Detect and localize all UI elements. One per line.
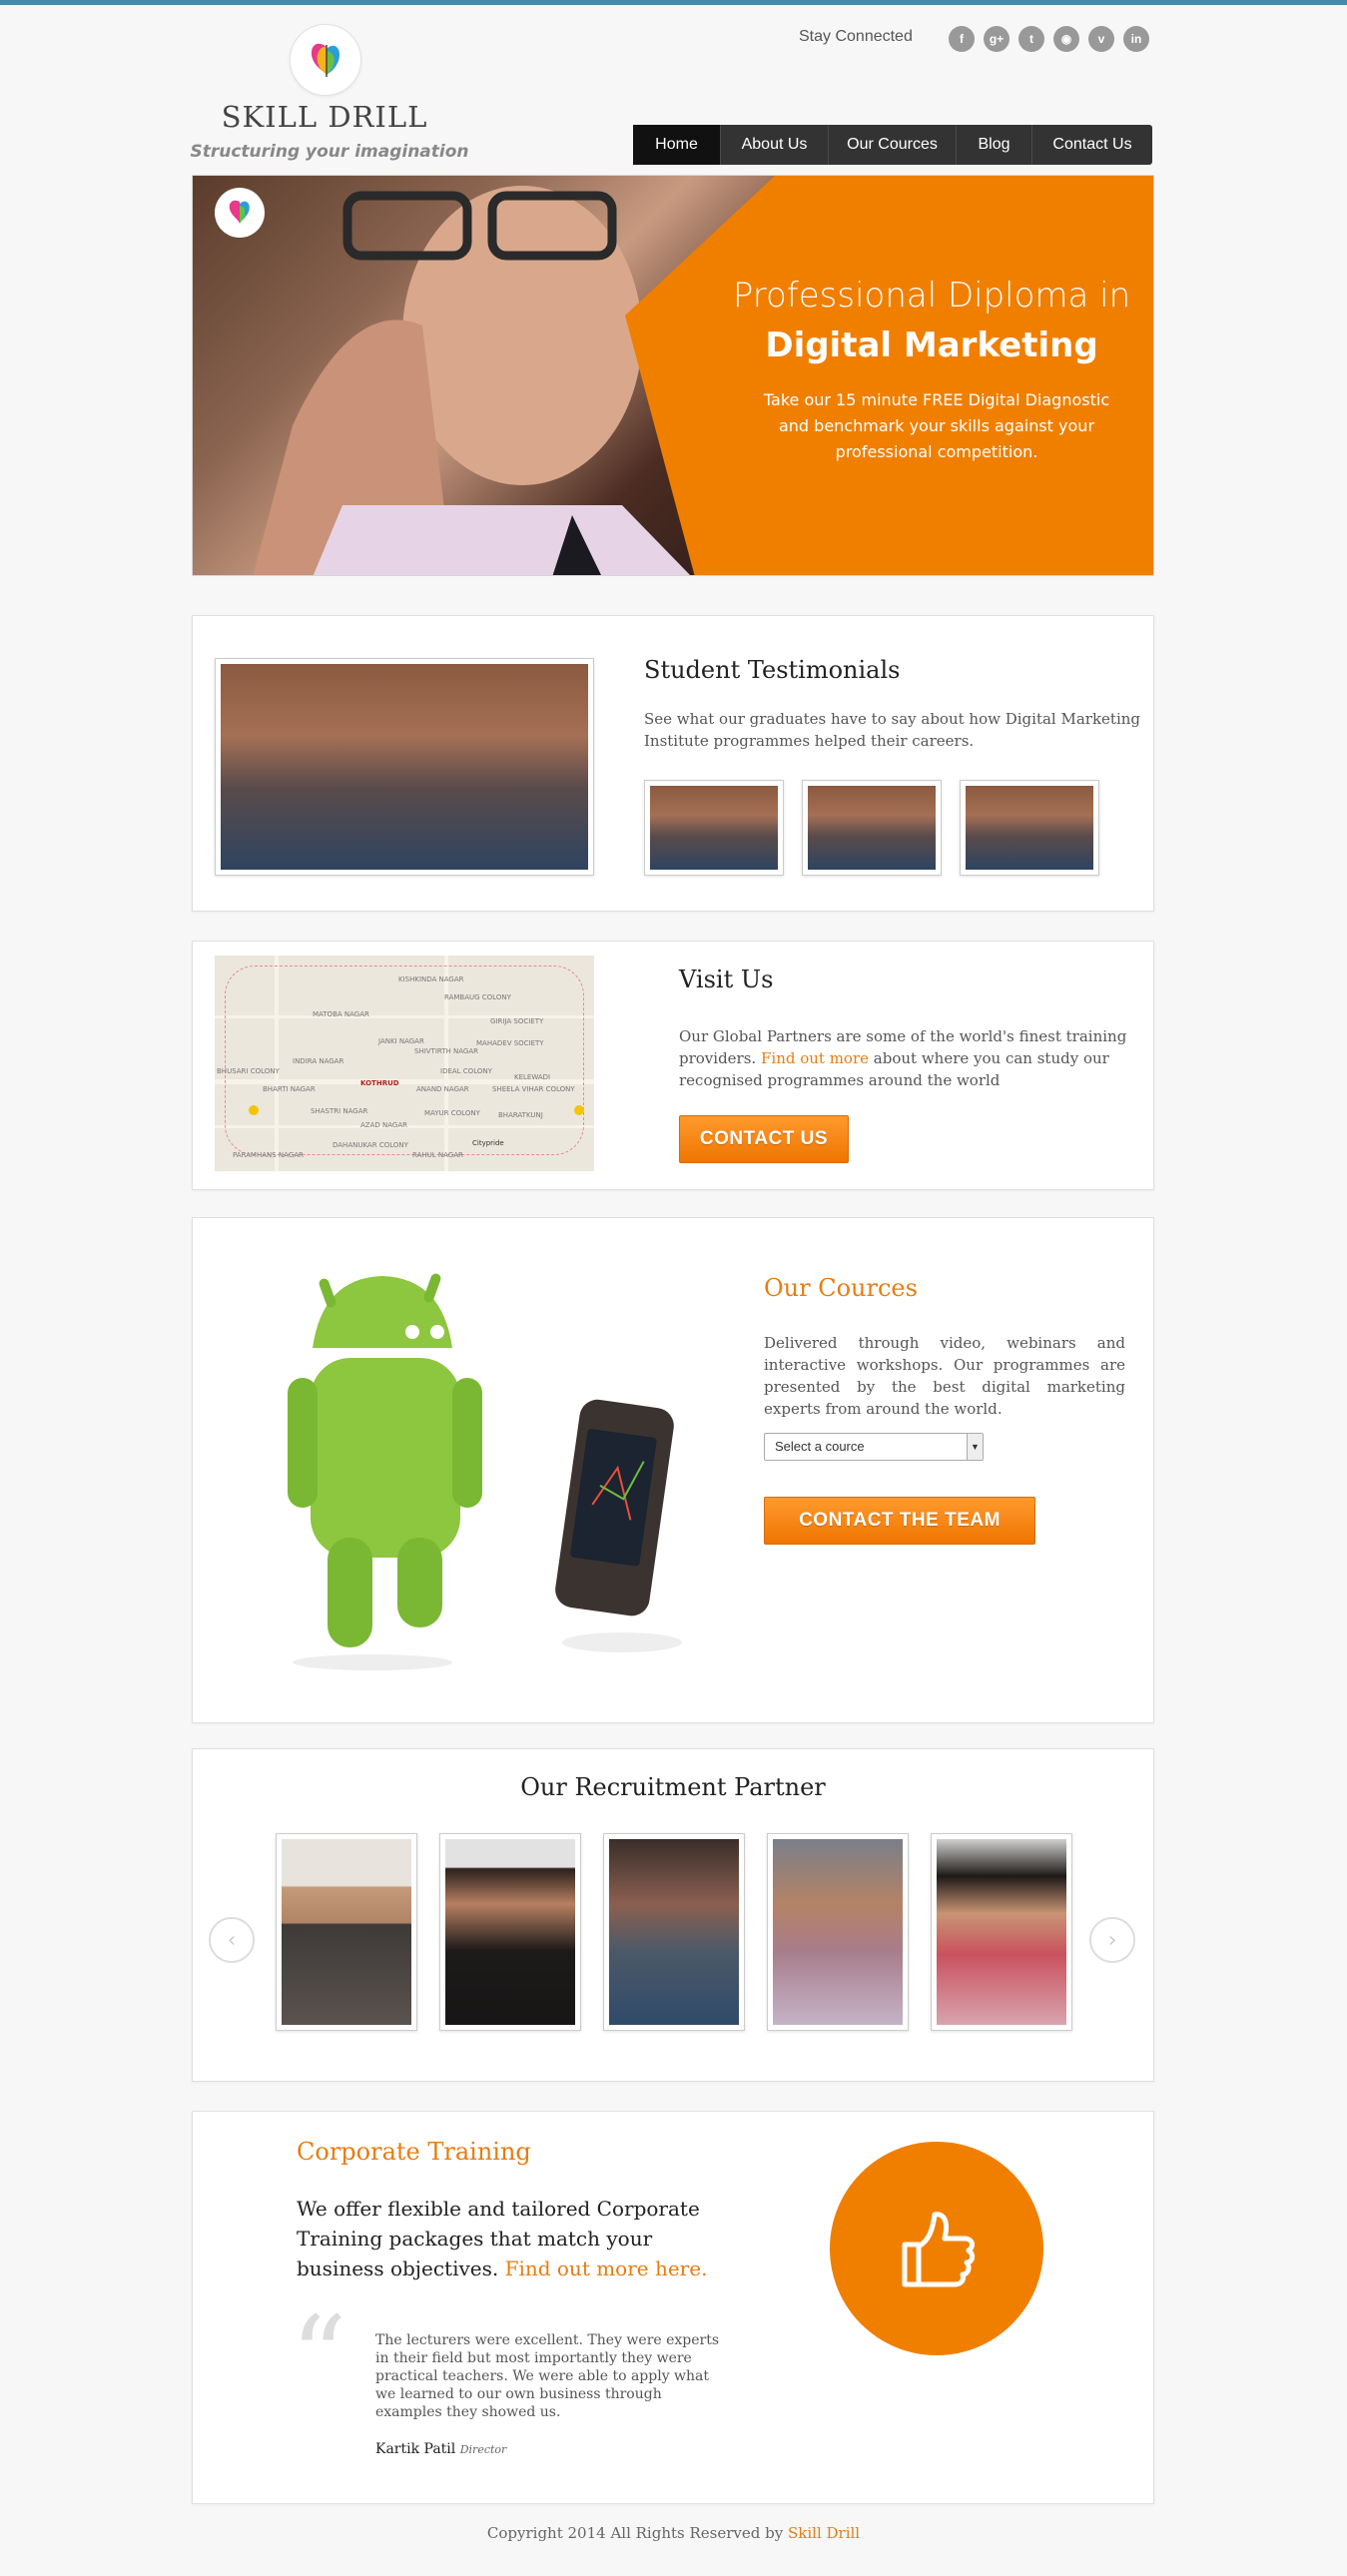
chevron-right-icon: › [1107, 1927, 1117, 1953]
nav-home[interactable]: Home [633, 125, 721, 165]
location-map[interactable]: KISHKINDA NAGAR RAMBAUG COLONY MATOBA NA… [215, 956, 594, 1171]
corporate-lead: We offer flexible and tailored Corporate… [297, 2194, 736, 2283]
vimeo-icon[interactable]: v [1088, 26, 1114, 52]
testimonial-thumb[interactable] [644, 780, 784, 876]
partners-panel: Our Recruitment Partner ‹ › [192, 1748, 1154, 2082]
courses-illustration [253, 1258, 732, 1677]
map-label: SHASTRI NAGAR [311, 1107, 368, 1115]
testimonial-main-photo[interactable] [215, 658, 594, 876]
testimonial-thumb[interactable] [802, 780, 942, 876]
map-label: GIRIJA SOCIETY [490, 1017, 544, 1025]
testimonial-thumb[interactable] [960, 780, 1099, 876]
testimonials-panel: Student Testimonials See what our gradua… [192, 615, 1154, 912]
nav-our-cources[interactable]: Our Cources [829, 125, 957, 165]
nav-blog[interactable]: Blog [957, 125, 1032, 165]
quote-author: Kartik Patil [375, 2441, 456, 2457]
courses-text: Delivered through video, webinars and in… [764, 1334, 1125, 1418]
find-out-more-link[interactable]: Find out more [761, 1049, 869, 1067]
map-label: AZAD NAGAR [360, 1121, 407, 1129]
map-label: MAYUR COLONY [424, 1109, 480, 1117]
course-select[interactable]: Select a cource ▼ [764, 1433, 984, 1461]
map-label: MATOBA NAGAR [313, 1010, 369, 1018]
map-label: KOTHRUD [360, 1079, 399, 1087]
map-label: ANAND NAGAR [416, 1085, 469, 1093]
map-label: Citypride [472, 1139, 504, 1147]
visit-panel: KISHKINDA NAGAR RAMBAUG COLONY MATOBA NA… [192, 941, 1154, 1190]
brand-tagline: Structuring your imagination [190, 142, 469, 162]
partners-heading: Our Recruitment Partner [520, 1773, 826, 1801]
hero-subtitle: Take our 15 minute FREE Digital Diagnost… [763, 390, 1110, 461]
map-label: KISHKINDA NAGAR [398, 975, 464, 983]
chevron-down-icon: ▼ [967, 1434, 983, 1460]
map-label: KELEWADI [514, 1073, 551, 1081]
chevron-left-icon: ‹ [227, 1927, 237, 1953]
find-out-more-here-link[interactable]: Find out more here. [505, 2256, 708, 2280]
visit-heading: Visit Us [679, 966, 774, 993]
quote-icon: “ [291, 2292, 347, 2420]
nav-about-us[interactable]: About Us [721, 125, 829, 165]
testimonials-text: See what our graduates have to say about… [644, 710, 1141, 750]
stay-connected-label: Stay Connected [799, 28, 913, 45]
partner-photo[interactable] [767, 1833, 909, 2031]
rss-icon[interactable]: ◉ [1053, 26, 1079, 52]
facebook-icon[interactable]: f [949, 26, 975, 52]
corporate-heading: Corporate Training [297, 2138, 531, 2166]
carousel-next-button[interactable]: › [1089, 1917, 1135, 1963]
main-nav: Home About Us Our Cources Blog Contact U… [633, 125, 1152, 165]
map-label: SHEELA VIHAR COLONY [492, 1085, 575, 1093]
map-label: RAMBAUG COLONY [444, 993, 511, 1001]
contact-us-button[interactable]: CONTACT US [679, 1115, 849, 1163]
course-select-value: Select a cource [775, 1439, 865, 1454]
partner-photo[interactable] [603, 1833, 745, 2031]
hero-logo-icon [215, 188, 265, 238]
quote-attribution: Kartik Patil Director [375, 2441, 506, 2457]
footer: Copyright 2014 All Rights Reserved by Sk… [0, 2524, 1347, 2542]
map-label: SHIVTIRTH NAGAR [414, 1047, 478, 1055]
quote-role: Director [459, 2443, 507, 2456]
testimonial-quote: The lecturers were excellent. They were … [375, 2332, 720, 2420]
brand-name[interactable]: SKILL DRILL [190, 100, 459, 134]
logo-butterfly-icon[interactable] [290, 24, 361, 96]
google-plus-icon[interactable]: g+ [984, 26, 1010, 52]
copyright-text: Copyright 2014 All Rights Reserved by [486, 2524, 784, 2542]
corporate-panel: Corporate Training We offer flexible and… [192, 2111, 1154, 2504]
twitter-icon[interactable]: t [1018, 26, 1044, 52]
map-label: BHARATKUNJ [498, 1111, 543, 1119]
top-accent-bar [0, 0, 1347, 5]
map-label: JANKI NAGAR [378, 1037, 424, 1045]
partner-photo[interactable] [276, 1833, 417, 2031]
partner-photo[interactable] [931, 1833, 1072, 2031]
map-label: MAHADEV SOCIETY [476, 1039, 544, 1047]
map-label: BHARTI NAGAR [263, 1085, 316, 1093]
thumbs-up-icon [830, 2142, 1043, 2355]
hero-title-line2: Digital Marketing [765, 325, 1098, 365]
social-links: f g+ t ◉ v in [949, 26, 1149, 52]
nav-contact-us[interactable]: Contact Us [1032, 125, 1152, 165]
map-label: RAHUL NAGAR [412, 1151, 463, 1159]
contact-the-team-button[interactable]: CONTACT THE TEAM [764, 1497, 1035, 1545]
map-label: PARAMHANS NAGAR [233, 1151, 304, 1159]
carousel-prev-button[interactable]: ‹ [209, 1917, 255, 1963]
map-label: DAHANUKAR COLONY [333, 1141, 408, 1149]
testimonials-heading: Student Testimonials [644, 656, 901, 684]
footer-brand-link[interactable]: Skill Drill [788, 2524, 860, 2542]
map-label: INDIRA NAGAR [293, 1057, 344, 1065]
visit-text: Our Global Partners are some of the worl… [679, 1025, 1138, 1091]
courses-panel: Our Cources Delivered through video, web… [192, 1217, 1154, 1723]
partner-photo[interactable] [439, 1833, 581, 2031]
hero-banner[interactable]: Professional Diploma in Digital Marketin… [192, 175, 1154, 576]
hero-title-line1: Professional Diploma in [732, 276, 1131, 316]
map-label: BHUSARI COLONY [217, 1067, 280, 1075]
linkedin-icon[interactable]: in [1123, 26, 1149, 52]
map-label: IDEAL COLONY [440, 1067, 492, 1075]
courses-heading: Our Cources [764, 1274, 918, 1302]
